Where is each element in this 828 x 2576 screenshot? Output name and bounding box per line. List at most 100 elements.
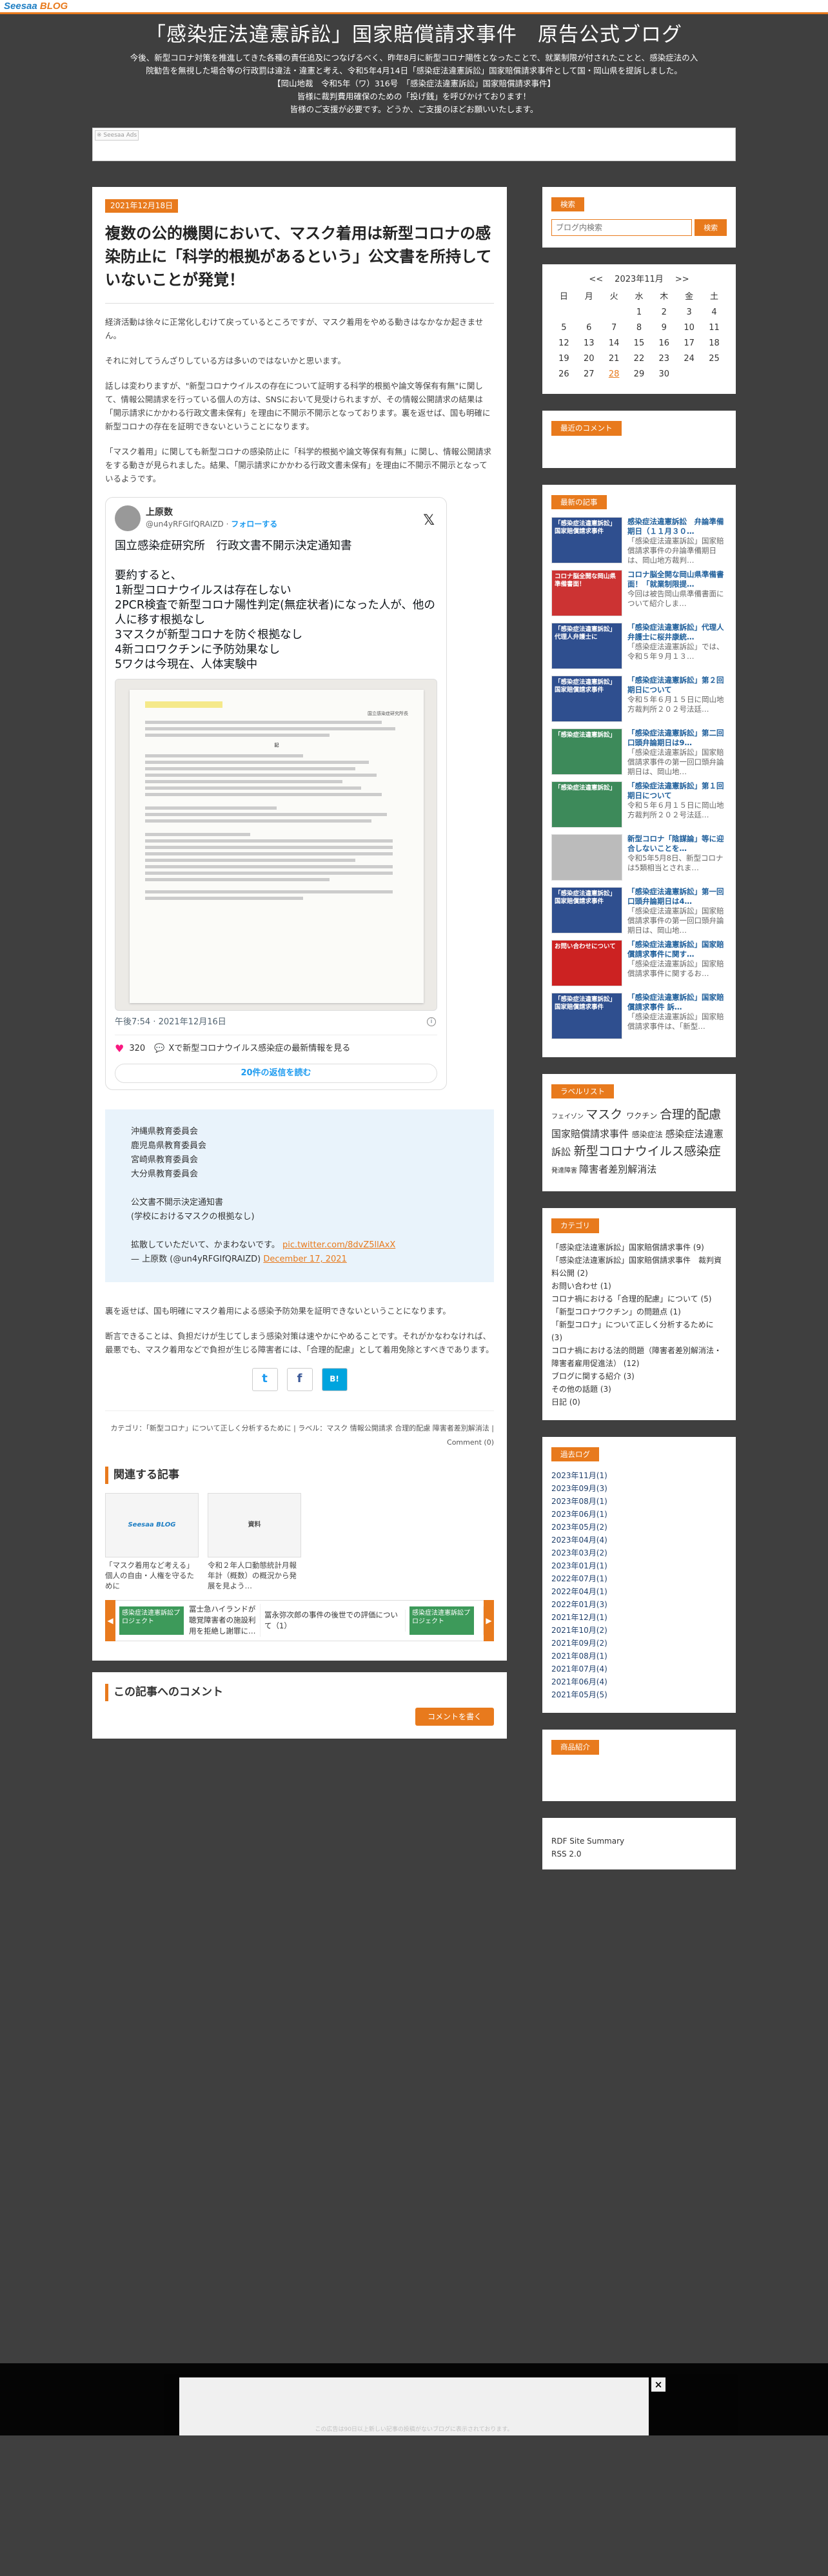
rdf-link[interactable]: RDF Site Summary bbox=[551, 1835, 727, 1848]
latest-post-item[interactable]: 「感染症法違憲訴訟」国家賠償請求事件 感染症法違憲訴訟 弁論準備期日（１１月３０…… bbox=[551, 516, 727, 563]
latest-post-title[interactable]: 「感染症法違憲訴訟」国家賠償請求事件 訴… bbox=[627, 993, 727, 1012]
category-item[interactable]: 「新型コロナワクチン」の問題点 (1) bbox=[551, 1305, 727, 1318]
latest-post-title[interactable]: コロナ脳全開な岡山県準備書面！「就業制限提… bbox=[627, 570, 727, 589]
facebook-share-icon[interactable]: f bbox=[286, 1367, 313, 1391]
category-item[interactable]: 「感染症法違憲訴訟」国家賠償請求事件 (9) bbox=[551, 1241, 727, 1254]
info-icon[interactable]: i bbox=[427, 1017, 436, 1027]
category-item[interactable]: コロナ禍における「合理的配慮」について (5) bbox=[551, 1293, 727, 1305]
latest-post-item[interactable]: 「感染症法違憲訴訟」国家賠償請求事件 「感染症法違憲訴訟」第２回期日について 令和５… bbox=[551, 675, 727, 722]
related-topic-link[interactable]: Xで新型コロナウイルス感染症の最新情報を見る bbox=[168, 1042, 350, 1056]
latest-post-title[interactable]: 「感染症法違憲訴訟」第１回期日について bbox=[627, 781, 727, 801]
archive-item[interactable]: 2023年06月(1) bbox=[551, 1508, 727, 1521]
latest-post-title[interactable]: 新型コロナ「陰謀論」等に迎合しないことを… bbox=[627, 834, 727, 854]
label-tag[interactable]: 感染症法 bbox=[632, 1130, 665, 1139]
latest-post-item[interactable]: 「感染症法違憲訴訟」代理人弁護士に 「感染症法違憲訴訟」代理人弁護士に桜井康統… 「… bbox=[551, 622, 727, 669]
top-ad-banner[interactable]: ※ Seesaa Ads bbox=[92, 128, 736, 161]
latest-post-item[interactable]: 「感染症法違憲訴訟」 「感染症法違憲訴訟」第二回口頭弁論期日は9… 「感染症法違憲訴… bbox=[551, 728, 727, 775]
archive-item[interactable]: 2021年10月(2) bbox=[551, 1624, 727, 1637]
archive-item[interactable]: 2021年12月(1) bbox=[551, 1611, 727, 1624]
related-item[interactable]: 資料 令和２年人口動態統計月報年計（概数）の概況から発展を見よう… bbox=[208, 1492, 301, 1591]
latest-post-title[interactable]: 「感染症法違憲訴訟」第一回口頭弁論期日は4… bbox=[627, 887, 727, 906]
latest-post-item[interactable]: お問い合わせについて 「感染症法違憲訴訟」国家賠償請求事件に関す… 「感染症法違憲訴… bbox=[551, 939, 727, 986]
latest-post-title[interactable]: 「感染症法違憲訴訟」第２回期日について bbox=[627, 676, 727, 695]
slider-item[interactable]: 感染症法違憲訴訟プロジェクト bbox=[406, 1606, 484, 1635]
label-tag[interactable]: 合理的配慮 bbox=[660, 1107, 721, 1122]
slider-item[interactable]: 感染症法違憲訴訟プロジェクト 冨士急ハイランドが聴覚障害者の施設利用を拒絶し謝罪に… bbox=[115, 1604, 261, 1637]
label-tag[interactable]: ワクチン bbox=[626, 1111, 660, 1120]
archive-item[interactable]: 2023年11月(1) bbox=[551, 1469, 727, 1482]
category-item[interactable]: コロナ禍における法的問題（障害者差別解消法・障害者雇用促進法） (12) bbox=[551, 1344, 727, 1370]
archive-item[interactable]: 2023年03月(2) bbox=[551, 1547, 727, 1559]
post-title[interactable]: 複数の公的機関において、マスク着用は新型コロナの感染防止に「科学的根拠があるとい… bbox=[105, 222, 494, 291]
pic-link[interactable]: pic.twitter.com/8dvZ5llAxX bbox=[282, 1240, 395, 1250]
hatena-bookmark-icon[interactable]: B! bbox=[321, 1367, 348, 1391]
label-tag[interactable]: 新型コロナウイルス感染症 bbox=[574, 1144, 721, 1158]
archive-item[interactable]: 2021年09月(2) bbox=[551, 1637, 727, 1650]
latest-post-item[interactable]: 「感染症法違憲訴訟」国家賠償請求事件 「感染症法違憲訴訟」第一回口頭弁論期日は4…… bbox=[551, 886, 727, 933]
calendar-day[interactable]: 28 bbox=[602, 367, 627, 382]
category-item[interactable]: 「新型コロナ」について正しく分析するために (3) bbox=[551, 1318, 727, 1344]
archive-item[interactable]: 2021年06月(4) bbox=[551, 1675, 727, 1688]
label-tag[interactable]: 国家賠償請求事件 bbox=[551, 1128, 632, 1140]
blog-title[interactable]: 「感染症法違憲訴訟」国家賠償請求事件 原告公式ブログ bbox=[0, 22, 828, 48]
calendar-day bbox=[577, 305, 602, 320]
reply-icon[interactable]: 💬 bbox=[154, 1042, 164, 1056]
category-item[interactable]: その他の話題 (3) bbox=[551, 1383, 727, 1396]
archive-item[interactable]: 2023年01月(1) bbox=[551, 1559, 727, 1572]
x-logo-icon[interactable]: 𝕏 bbox=[423, 509, 435, 532]
category-item[interactable]: 日記 (0) bbox=[551, 1396, 727, 1409]
archive-item[interactable]: 2022年04月(1) bbox=[551, 1585, 727, 1598]
archive-item[interactable]: 2021年05月(5) bbox=[551, 1688, 727, 1701]
category-item[interactable]: お問い合わせ (1) bbox=[551, 1280, 727, 1293]
seesaa-logo[interactable]: Seesaa BLOG bbox=[4, 0, 828, 12]
heart-icon[interactable]: ♥ bbox=[115, 1040, 124, 1057]
slider-item[interactable]: 冨永弥次郎の事件の後世での評価について（1） bbox=[261, 1609, 406, 1632]
archive-item[interactable]: 2023年04月(4) bbox=[551, 1534, 727, 1547]
latest-post-item[interactable]: 新型コロナ「陰謀論」等に迎合しないことを… 令和5年5月8日、新型コロナは5類相当… bbox=[551, 834, 727, 881]
archive-item[interactable]: 2022年07月(1) bbox=[551, 1572, 727, 1585]
archive-item[interactable]: 2021年08月(1) bbox=[551, 1650, 727, 1663]
write-comment-button[interactable]: コメントを書く bbox=[415, 1708, 494, 1726]
rss-link[interactable]: RSS 2.0 bbox=[551, 1848, 727, 1860]
category-item[interactable]: 「感染症法違憲訴訟」国家賠償請求事件 裁判資料公開 (2) bbox=[551, 1254, 727, 1280]
label-tag[interactable]: 障害者差別解消法 bbox=[579, 1164, 656, 1175]
label-tag[interactable]: 発達障害 bbox=[551, 1167, 579, 1175]
latest-post-item[interactable]: 「感染症法違憲訴訟」国家賠償請求事件 「感染症法違憲訴訟」国家賠償請求事件 訴… 「… bbox=[551, 992, 727, 1039]
slider-prev-icon[interactable]: ◀ bbox=[105, 1599, 115, 1641]
category-item[interactable]: ブログに関する紹介 (3) bbox=[551, 1370, 727, 1383]
tweet-author-name[interactable]: 上原数 bbox=[146, 507, 277, 518]
archive-item[interactable]: 2022年01月(3) bbox=[551, 1598, 727, 1611]
archive-item[interactable]: 2023年08月(1) bbox=[551, 1495, 727, 1508]
search-input[interactable] bbox=[551, 219, 693, 237]
follow-button[interactable]: フォローする bbox=[231, 520, 277, 529]
latest-post-item[interactable]: 「感染症法違憲訴訟」 「感染症法違憲訴訟」第１回期日について 令和５年６月１５日に岡… bbox=[551, 781, 727, 828]
archive-item[interactable]: 2023年05月(2) bbox=[551, 1521, 727, 1534]
tweet-image[interactable]: 国立感染症研究所長 記 bbox=[115, 679, 437, 1011]
calendar-next[interactable]: >> bbox=[675, 275, 689, 284]
close-icon[interactable]: × bbox=[651, 2377, 665, 2392]
twitter-share-icon[interactable]: t bbox=[251, 1367, 278, 1391]
related-item[interactable]: Seesaa BLOG 「マスク着用など考える」個人の自由・人権を守るために bbox=[105, 1492, 199, 1591]
avatar[interactable] bbox=[115, 505, 141, 532]
label-tag[interactable]: マスク bbox=[586, 1107, 626, 1122]
latest-post-title[interactable]: 「感染症法違憲訴訟」第二回口頭弁論期日は9… bbox=[627, 728, 727, 748]
slider-next-icon[interactable]: ▶ bbox=[484, 1599, 494, 1641]
latest-post-item[interactable]: コロナ脳全開な岡山県準備書面！ コロナ脳全開な岡山県準備書面！「就業制限提… 今回は… bbox=[551, 569, 727, 616]
latest-post-desc: 「感染症法違憲訴訟」国家賠償請求事件に関するお… bbox=[627, 959, 724, 978]
read-replies-button[interactable]: 20件の返信を読む bbox=[115, 1063, 437, 1083]
latest-post-title[interactable]: 「感染症法違憲訴訟」国家賠償請求事件に関す… bbox=[627, 940, 727, 959]
label-tag[interactable]: フェイゾン bbox=[551, 1113, 586, 1120]
labels-link[interactable]: ラベル：マスク 情報公開請求 合理的配慮 障害者差別解消法 bbox=[298, 1424, 489, 1432]
latest-post-title[interactable]: 「感染症法違憲訴訟」代理人弁護士に桜井康統… bbox=[627, 623, 727, 642]
comment-count-link[interactable]: Comment (0) bbox=[447, 1438, 494, 1447]
tweet-date-link[interactable]: December 17, 2021 bbox=[263, 1254, 346, 1264]
search-button[interactable]: 検索 bbox=[695, 219, 727, 237]
calendar-prev[interactable]: << bbox=[589, 275, 603, 284]
archive-item[interactable]: 2021年07月(4) bbox=[551, 1663, 727, 1675]
tweet-timestamp[interactable]: 午後7:54 · 2021年12月16日 i bbox=[115, 1016, 437, 1036]
latest-post-title[interactable]: 感染症法違憲訴訟 弁論準備期日（１１月３０… bbox=[627, 517, 727, 536]
archive-item[interactable]: 2023年09月(3) bbox=[551, 1482, 727, 1495]
embedded-tweet[interactable]: 上原数 @un4yRFGIfQRAIZD · フォローする 𝕏 国立感染症研究所… bbox=[105, 497, 447, 1090]
tweet-handle[interactable]: @un4yRFGIfQRAIZD bbox=[146, 520, 224, 529]
category-link[interactable]: カテゴリ：「新型コロナ」について正しく分析するために bbox=[110, 1424, 291, 1432]
